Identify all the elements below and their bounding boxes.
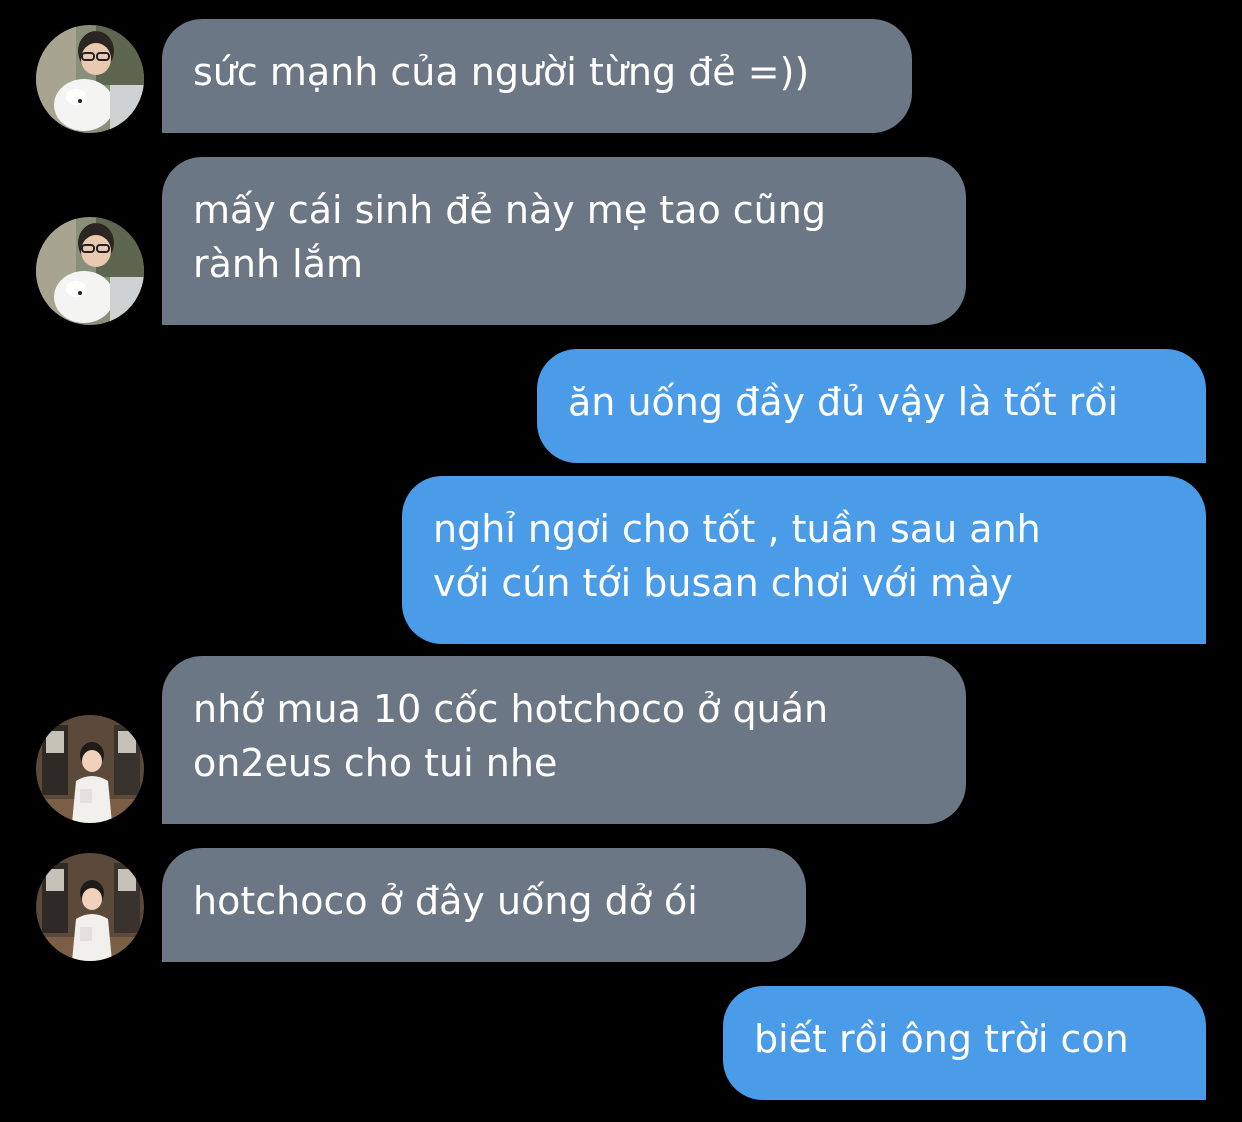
message-text: biết rồi ông trời con <box>754 1017 1129 1061</box>
avatar[interactable] <box>36 853 144 961</box>
chat-screen: { "colors": { "background": "#000000", "… <box>0 0 1242 1122</box>
avatar[interactable] <box>36 217 144 325</box>
message-bubble-incoming[interactable]: hotchoco ở đây uống dở ói <box>162 848 806 962</box>
message-text: sức mạnh của người từng đẻ =)) <box>193 50 810 94</box>
message-bubble-outgoing[interactable]: nghỉ ngơi cho tốt , tuần sau anh với cún… <box>402 476 1206 644</box>
message-text: với cún tới busan chơi với mày <box>433 561 1013 605</box>
message-text: nhớ mua 10 cốc hotchoco ở quán <box>193 687 829 731</box>
message-bubble-outgoing[interactable]: ăn uống đầy đủ vậy là tốt rồi <box>537 349 1206 463</box>
message-bubble-incoming[interactable]: nhớ mua 10 cốc hotchoco ở quán on2eus ch… <box>162 656 966 824</box>
message-bubble-incoming[interactable]: mấy cái sinh đẻ này mẹ tao cũng rành lắm <box>162 157 966 325</box>
message-text: on2eus cho tui nhe <box>193 741 558 785</box>
message-text: nghỉ ngơi cho tốt , tuần sau anh <box>433 507 1041 551</box>
message-bubble-incoming[interactable]: sức mạnh của người từng đẻ =)) <box>162 19 912 133</box>
message-text: hotchoco ở đây uống dở ói <box>193 879 698 923</box>
message-bubble-outgoing[interactable]: biết rồi ông trời con <box>723 986 1206 1100</box>
avatar[interactable] <box>36 25 144 133</box>
message-text: mấy cái sinh đẻ này mẹ tao cũng <box>193 188 826 232</box>
message-text: ăn uống đầy đủ vậy là tốt rồi <box>568 380 1119 424</box>
avatar[interactable] <box>36 715 144 823</box>
message-text: rành lắm <box>193 242 364 286</box>
